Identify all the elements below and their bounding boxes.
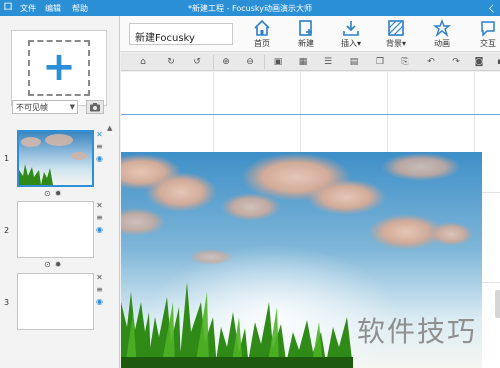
background-icon — [388, 20, 404, 36]
eye-icon[interactable]: ◉ — [95, 224, 104, 236]
frame-type-value: 不可见帧 — [16, 103, 48, 112]
focusky-window: ロ 文件 编辑 帮助 *新建工程 - Focusky动画演示大师 ㄑ 新建Foc… — [0, 0, 500, 368]
interaction-button[interactable]: 交互 — [470, 18, 500, 52]
camera-icon — [90, 103, 100, 112]
slide-2-side-actions: ✕ ≡ ◉ — [95, 200, 104, 236]
plus-icon: + — [42, 44, 76, 90]
layers-icon[interactable]: ▤ — [348, 56, 360, 68]
right-panel-toggle[interactable] — [495, 290, 500, 318]
camera-icon[interactable]: ◙ — [473, 56, 485, 68]
insert-label-text: 插入 — [340, 39, 357, 48]
toolbar-divider — [264, 55, 265, 69]
new-button[interactable]: 新建 — [288, 18, 324, 52]
window-title: *新建工程 - Focusky动画演示大师 — [188, 4, 312, 13]
canvas-toolbar: ⌂ ↻ ↺ ⊕ ⊖ ▣ ▦ ☰ ▤ ❐ ⎘ ↶ ↷ ◙ ▪ — [121, 53, 500, 71]
settings-icon[interactable]: ✹ — [55, 189, 66, 198]
window-control-icon[interactable]: ㄑ — [487, 2, 496, 15]
redo-icon[interactable]: ↻ — [165, 56, 177, 68]
animation-icon — [432, 19, 452, 37]
background-button-label: 背景▾ — [378, 38, 414, 49]
menu-icon[interactable]: ≡ — [95, 212, 104, 224]
undo-icon[interactable]: ↺ — [191, 56, 203, 68]
chevron-down-icon: ▼ — [69, 103, 75, 111]
camera-button[interactable] — [86, 100, 104, 114]
snapshot-icon[interactable]: ▪ — [494, 56, 500, 68]
background-button[interactable]: 背景▾ — [378, 18, 414, 52]
frame-list-panel: + 不可见帧 ▼ ▲ 1 ✕ ≡ ◉ ⊙✹ 2 ✕ ≡ ◉ ⊙✹ 3 ✕ ≡ ◉ — [0, 16, 120, 368]
guide-line — [121, 114, 500, 115]
slide-number: 2 — [4, 226, 10, 235]
slide-number: 1 — [4, 154, 10, 163]
play-icon[interactable]: ⊙ — [44, 189, 55, 198]
toolbar-divider — [213, 55, 214, 69]
interaction-icon — [481, 21, 495, 37]
project-name-field[interactable]: 新建Focusky — [129, 23, 233, 45]
close-icon[interactable]: ✕ — [95, 272, 104, 284]
animation-button[interactable]: 动画 — [424, 18, 460, 52]
insert-button[interactable]: 插入▾ — [333, 18, 369, 52]
scroll-up-icon[interactable]: ▲ — [107, 124, 112, 132]
eye-icon[interactable]: ◉ — [95, 296, 104, 308]
insert-icon — [343, 21, 359, 36]
animation-button-label: 动画 — [434, 39, 450, 48]
add-frame-button[interactable]: + — [11, 30, 107, 106]
slide-3-side-actions: ✕ ≡ ◉ — [95, 272, 104, 308]
frame-type-select[interactable]: 不可见帧 ▼ — [12, 100, 78, 114]
close-icon[interactable]: ✕ — [95, 200, 104, 212]
new-button-label: 新建 — [298, 39, 314, 48]
menu-icon[interactable]: ≡ — [95, 141, 104, 153]
insert-button-label: 插入▾ — [333, 38, 369, 49]
close-icon[interactable]: ✕ — [95, 129, 104, 141]
zoom-in-icon[interactable]: ⊕ — [220, 56, 232, 68]
home-icon[interactable]: ⌂ — [137, 56, 149, 68]
slide-1-side-actions: ✕ ≡ ◉ — [95, 129, 104, 165]
copy-icon[interactable]: ❐ — [374, 56, 386, 68]
grid-icon[interactable]: ▦ — [297, 56, 309, 68]
align-icon[interactable]: ☰ — [322, 56, 334, 68]
menu-icon[interactable]: ≡ — [95, 284, 104, 296]
new-icon — [299, 20, 312, 36]
settings-icon[interactable]: ✹ — [55, 260, 66, 269]
slide-thumbnail-3[interactable] — [17, 273, 94, 330]
slide-2-under-actions: ⊙✹ — [44, 260, 65, 269]
home-button-label: 首页 — [254, 39, 270, 48]
home-icon — [254, 19, 270, 36]
slide-thumbnail-1[interactable] — [17, 130, 94, 187]
home-button[interactable]: 首页 — [244, 18, 280, 52]
slide-1-under-actions: ⊙✹ — [44, 189, 65, 198]
zoom-out-icon[interactable]: ⊖ — [244, 56, 256, 68]
watermark-text: 软件技巧 — [357, 315, 478, 348]
editing-canvas[interactable]: 软件技巧 — [121, 72, 500, 368]
sky-thumbnail-image — [19, 132, 92, 185]
slide-number: 3 — [4, 298, 10, 307]
forward-icon[interactable]: ↷ — [450, 56, 462, 68]
paste-icon[interactable]: ⎘ — [399, 56, 411, 68]
back-icon[interactable]: ↶ — [425, 56, 437, 68]
play-icon[interactable]: ⊙ — [44, 260, 55, 269]
eye-icon[interactable]: ◉ — [95, 153, 104, 165]
lock-icon[interactable]: ▣ — [272, 56, 284, 68]
background-label-text: 背景 — [385, 39, 402, 48]
title-bar: ロ 文件 编辑 帮助 *新建工程 - Focusky动画演示大师 ㄑ — [0, 0, 500, 16]
insert-dropdown-icon: ▾ — [356, 39, 361, 48]
interaction-button-label: 交互 — [480, 39, 496, 48]
slide-thumbnail-2[interactable] — [17, 201, 94, 258]
background-dropdown-icon: ▾ — [401, 39, 406, 48]
